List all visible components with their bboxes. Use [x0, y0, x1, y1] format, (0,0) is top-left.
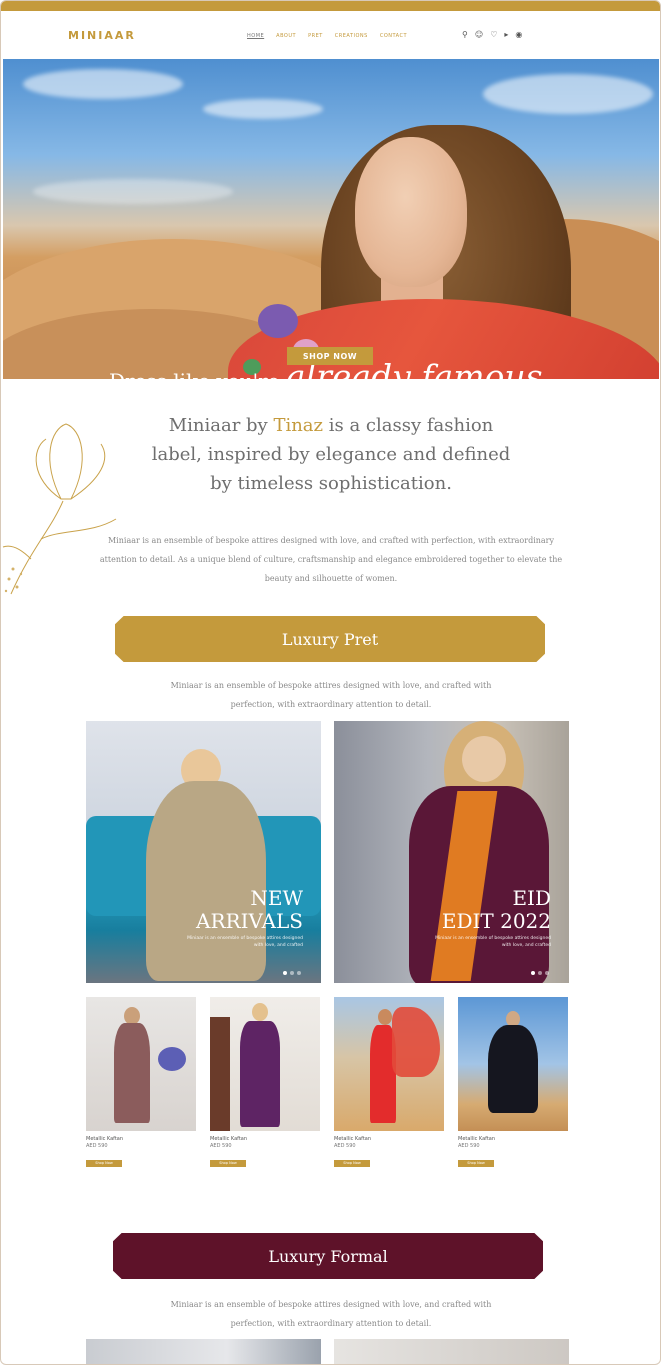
feature-subtext: Miniaar is an ensemble of bespoke attire… [187, 936, 303, 948]
door [210, 1017, 230, 1131]
product-price: AED 590 [458, 1143, 480, 1149]
product-image[interactable] [334, 997, 444, 1131]
feature-line1: NEW [250, 886, 303, 910]
cart-icon[interactable]: ▸ [504, 31, 508, 39]
hero-banner: Dress like you're already famous. [3, 59, 659, 379]
carousel-dot-active[interactable] [283, 971, 287, 975]
product-price: AED 590 [334, 1143, 356, 1149]
product-card[interactable]: Metallic Kaftan AED 590 Shop Now [458, 997, 568, 1168]
cloud [203, 99, 323, 119]
nav-item-contact[interactable]: CONTACT [380, 33, 407, 39]
product-image[interactable] [86, 997, 196, 1131]
new-arrivals-title: NEW ARRIVALS [196, 887, 303, 933]
feature-subtext: Miniaar is an ensemble of bespoke attire… [435, 936, 551, 948]
luxury-formal-description: Miniaar is an ensemble of bespoke attire… [170, 1300, 492, 1328]
shop-now-button[interactable]: Shop Now [334, 1160, 370, 1167]
carousel-dot-active[interactable] [531, 971, 535, 975]
logo[interactable]: MINIAAR [68, 29, 136, 42]
product-card[interactable]: Metallic Kaftan AED 590 Shop Now [210, 997, 320, 1168]
user-icon[interactable]: ☺ [475, 31, 483, 39]
shop-now-button[interactable]: Shop Now [458, 1160, 494, 1167]
product-name[interactable]: Metallic Kaftan [334, 1136, 444, 1142]
model-gown [146, 781, 266, 981]
shop-now-button[interactable]: SHOP NOW [287, 347, 373, 365]
luxury-pret-description: Miniaar is an ensemble of bespoke attire… [170, 681, 492, 709]
feature-line1: EID [512, 886, 551, 910]
luxury-formal-banner[interactable]: Luxury Formal [113, 1233, 543, 1279]
model-outfit [488, 1025, 538, 1113]
flower-vase [158, 1047, 186, 1071]
formal-image-right[interactable] [334, 1339, 569, 1364]
model-face [355, 137, 467, 287]
intro-heading: Miniaar by Tinaz is a classy fashion lab… [141, 411, 521, 498]
nav-item-about[interactable]: ABOUT [276, 33, 296, 39]
intro-heading-accent: Tinaz [273, 415, 324, 436]
heart-icon[interactable]: ♡ [490, 31, 497, 39]
eid-edit-card[interactable]: EID EDIT 2022 Miniaar is an ensemble of … [334, 721, 569, 983]
intro-body: Miniaar is an ensemble of bespoke attire… [99, 536, 563, 583]
cloud [483, 74, 653, 114]
cloud [23, 69, 183, 99]
model-head [252, 1003, 268, 1021]
shop-now-button[interactable]: Shop Now [86, 1160, 122, 1167]
feature-line2: EDIT 2022 [441, 909, 551, 933]
search-icon[interactable]: ⚲ [462, 31, 468, 39]
new-arrivals-card[interactable]: NEW ARRIVALS Miniaar is an ensemble of b… [86, 721, 321, 983]
model-outfit [114, 1023, 150, 1123]
intro-heading-pre: Miniaar by [168, 415, 274, 436]
carousel-dot[interactable] [538, 971, 542, 975]
carousel-dots [283, 971, 301, 975]
model-face [462, 736, 506, 782]
product-image[interactable] [210, 997, 320, 1131]
main-nav: HOME ABOUT PRET CREATIONS CONTACT [247, 33, 407, 39]
top-accent-bar [1, 1, 660, 11]
carousel-dot[interactable] [297, 971, 301, 975]
model-head [378, 1009, 392, 1025]
luxury-pret-banner[interactable]: Luxury Pret [115, 616, 545, 662]
model-outfit [240, 1021, 280, 1127]
nav-item-home[interactable]: HOME [247, 33, 264, 39]
embroidery-flower [258, 304, 298, 338]
carousel-dot[interactable] [290, 971, 294, 975]
bag-icon[interactable]: ◉ [515, 31, 522, 39]
carousel-dots [531, 971, 549, 975]
feature-line2: ARRIVALS [196, 909, 303, 933]
site-header: MINIAAR HOME ABOUT PRET CREATIONS CONTAC… [1, 11, 660, 59]
hero-headline-plain: Dress like you're [109, 369, 286, 379]
eid-edit-title: EID EDIT 2022 [442, 887, 551, 933]
shop-now-button[interactable]: Shop Now [210, 1160, 246, 1167]
product-price: AED 590 [86, 1143, 108, 1149]
product-card[interactable]: Metallic Kaftan AED 590 Shop Now [86, 997, 196, 1168]
product-name[interactable]: Metallic Kaftan [458, 1136, 568, 1142]
product-price: AED 590 [210, 1143, 232, 1149]
formal-image-left[interactable] [86, 1339, 321, 1364]
page-frame: MINIAAR HOME ABOUT PRET CREATIONS CONTAC… [0, 0, 661, 1365]
product-card[interactable]: Metallic Kaftan AED 590 Shop Now [334, 997, 444, 1168]
product-name[interactable]: Metallic Kaftan [86, 1136, 196, 1142]
nav-item-creations[interactable]: CREATIONS [335, 33, 368, 39]
product-image[interactable] [458, 997, 568, 1131]
product-name[interactable]: Metallic Kaftan [210, 1136, 320, 1142]
carousel-dot[interactable] [545, 971, 549, 975]
red-scarf [392, 1007, 440, 1077]
header-icons: ⚲ ☺ ♡ ▸ ◉ [462, 31, 522, 39]
cloud [33, 179, 233, 204]
nav-item-pret[interactable]: PRET [308, 33, 323, 39]
